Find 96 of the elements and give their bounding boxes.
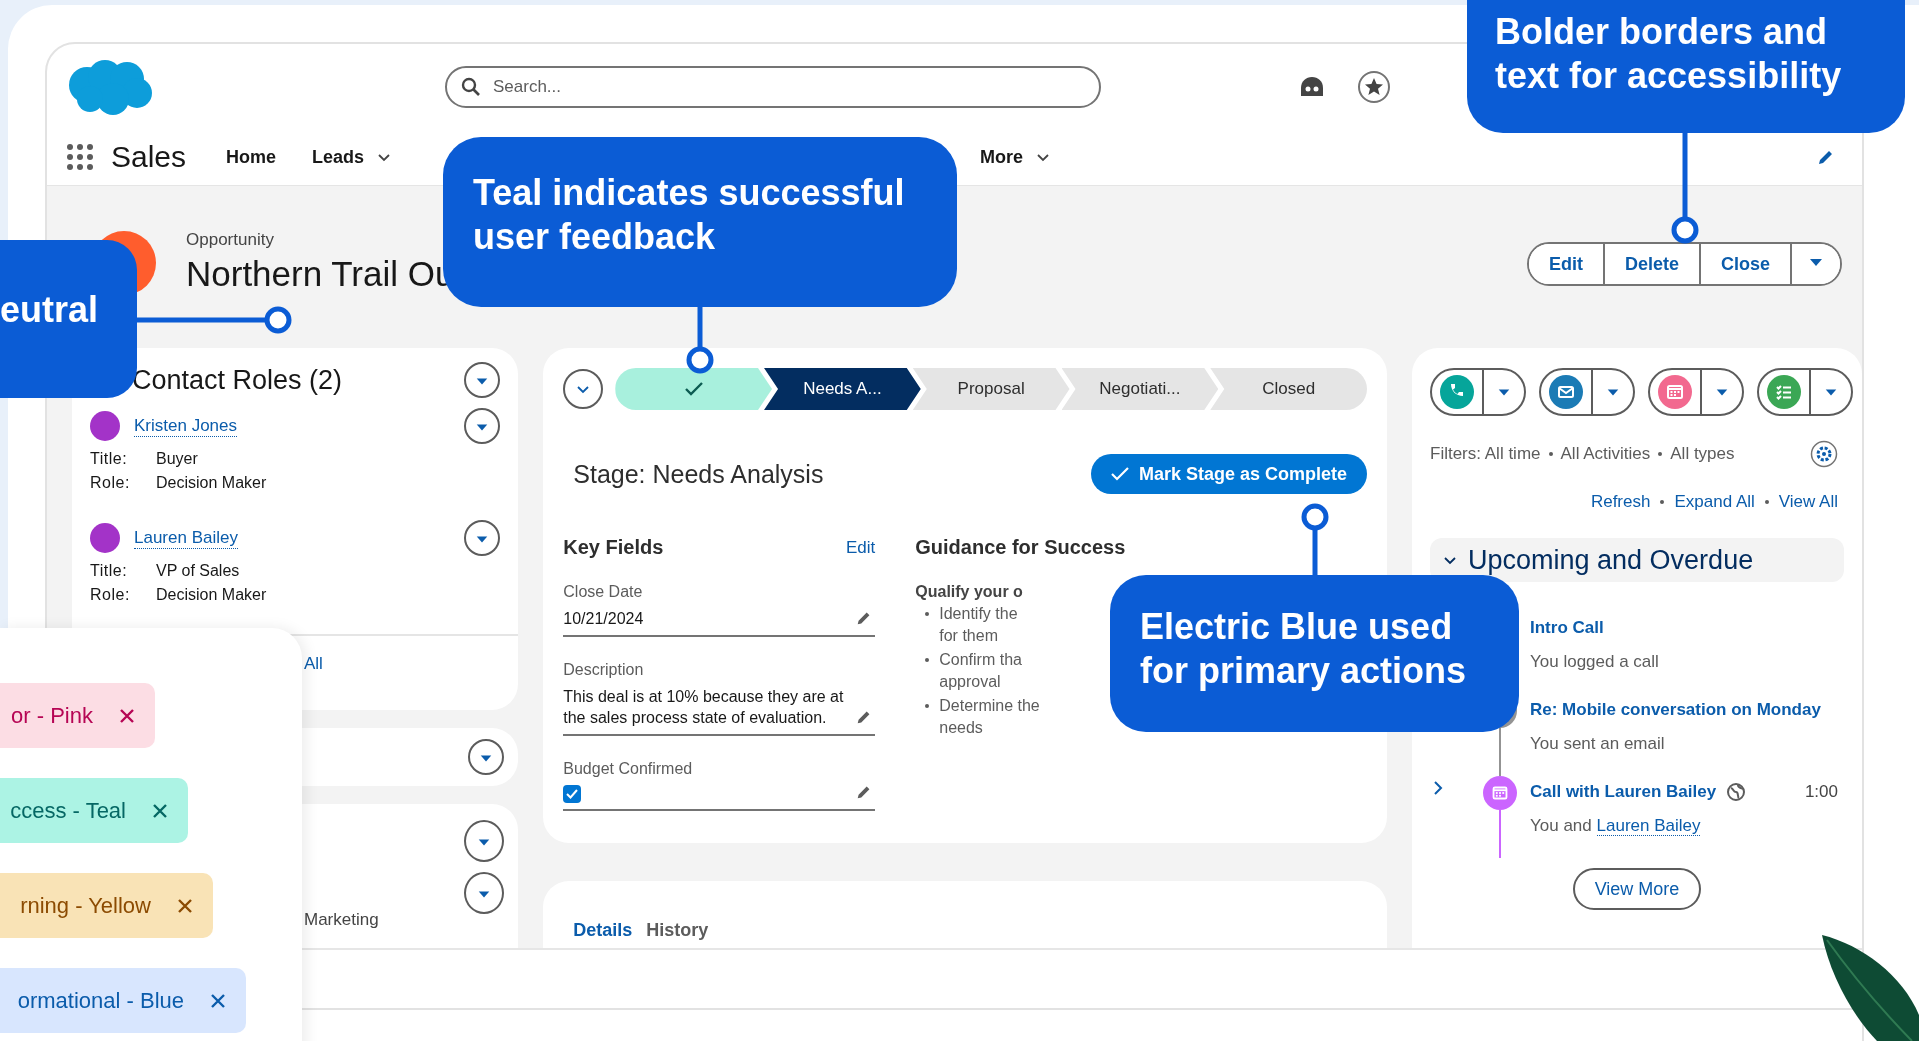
- field-value: This deal is at 10% because they are at the sales process state of evaluation.: [563, 687, 845, 728]
- dropdown-button[interactable]: [464, 872, 505, 914]
- section-header[interactable]: Upcoming and Overdue: [1430, 538, 1844, 582]
- globe-icon: [1726, 782, 1747, 802]
- contact-link[interactable]: Lauren Bailey: [1596, 816, 1701, 836]
- activity-subtitle: You and: [1530, 816, 1592, 835]
- callout-text: Electric Blue used for primary actions: [1140, 605, 1468, 693]
- tab[interactable]: History: [646, 917, 709, 943]
- callout-text: Bolder borders and text for accessibility: [1495, 10, 1843, 98]
- separator-dot: [1764, 500, 1769, 504]
- view-more-button[interactable]: View More: [1572, 868, 1702, 910]
- guidance-text: needs: [939, 718, 984, 738]
- search-field[interactable]: Search...: [445, 65, 1101, 108]
- path-step[interactable]: Closed: [1210, 368, 1367, 410]
- tag-label: ccess - Teal: [10, 797, 126, 824]
- bullet-icon: [925, 704, 930, 708]
- separator-dot: [1660, 500, 1665, 504]
- guidance-text: for them: [939, 626, 999, 646]
- field-label: Close Date: [563, 583, 644, 601]
- dropdown-button[interactable]: [464, 408, 501, 444]
- section-title: Guidance for Success: [915, 536, 1127, 559]
- action-button[interactable]: Edit: [1528, 244, 1605, 284]
- nav-tab[interactable]: Leads: [312, 146, 393, 168]
- close-icon[interactable]: [119, 707, 135, 724]
- field-label: Budget Confirmed: [563, 760, 694, 778]
- dropdown-button[interactable]: [464, 520, 501, 556]
- checkmark-icon: [1110, 467, 1129, 481]
- close-icon[interactable]: [210, 992, 226, 1009]
- tag-label: or - Pink: [11, 702, 93, 729]
- dropdown-button[interactable]: [464, 362, 501, 398]
- view-all-link[interactable]: All: [304, 654, 323, 673]
- contact-avatar: [90, 411, 120, 441]
- filter-text: All Activities: [1560, 444, 1651, 464]
- dropdown-button[interactable]: [464, 820, 505, 862]
- guidance-text: approval: [939, 672, 1002, 692]
- app-launcher-icon[interactable]: [67, 144, 93, 170]
- section-title: Key Fields: [563, 536, 664, 559]
- activity-link[interactable]: Refresh: [1590, 492, 1651, 512]
- nav-tab[interactable]: Home: [226, 146, 277, 168]
- field-label: Role:: [90, 586, 131, 604]
- activity-link[interactable]: Expand All: [1674, 492, 1755, 512]
- tab[interactable]: Details: [573, 917, 633, 943]
- checkbox[interactable]: [563, 785, 582, 803]
- related-text: Marketing: [304, 910, 379, 930]
- path-step[interactable]: Needs A...: [764, 368, 921, 410]
- field-label: Description: [563, 661, 645, 679]
- dropdown-button[interactable]: [468, 739, 505, 775]
- close-icon[interactable]: [152, 802, 168, 819]
- field-label: Title:: [90, 450, 129, 468]
- field-label: Title:: [90, 562, 129, 580]
- activity-subtitle: You sent an email: [1530, 734, 1665, 753]
- stage-title: Stage: Needs Analysis: [573, 459, 824, 489]
- activity-title-link[interactable]: Call with Lauren Bailey: [1530, 782, 1717, 802]
- filter-text: All types: [1670, 444, 1735, 464]
- field-value: 10/21/2024: [563, 609, 645, 629]
- bullet-icon: [925, 612, 930, 616]
- path-step[interactable]: Proposal: [912, 368, 1070, 410]
- field-value: Decision Maker: [156, 586, 267, 604]
- activity-time: 1:00: [1804, 782, 1839, 802]
- edit-link[interactable]: Edit: [845, 537, 876, 558]
- field-value: Decision Maker: [156, 474, 267, 492]
- close-icon[interactable]: [177, 897, 193, 914]
- path-step[interactable]: [615, 368, 772, 410]
- activity-link[interactable]: View All: [1778, 492, 1838, 512]
- separator-dot: [1658, 452, 1663, 456]
- more-tab[interactable]: More: [980, 146, 1052, 168]
- tag-label: ormational - Blue: [17, 987, 184, 1014]
- contact-link[interactable]: Lauren Bailey: [134, 527, 238, 549]
- field-value: Buyer: [156, 450, 198, 468]
- field-value: VP of Sales: [156, 562, 240, 580]
- contact-link[interactable]: Kristen Jones: [134, 415, 237, 437]
- field-label: Role:: [90, 474, 131, 492]
- record-type: Opportunity: [186, 230, 275, 250]
- callout-text: Teal indicates successful user feedback: [473, 171, 906, 259]
- guidance-heading: Qualify your o: [915, 583, 1024, 601]
- checkmark-icon: [683, 381, 704, 397]
- guidance-text: Identify the: [939, 604, 1018, 624]
- guidance-text: Determine the: [939, 696, 1040, 716]
- activity-title-link[interactable]: Re: Mobile conversation on Monday: [1530, 700, 1821, 720]
- collapse-button[interactable]: [563, 369, 604, 409]
- tag-label: rning - Yellow: [20, 892, 151, 919]
- section-title: Upcoming and Overdue: [1468, 544, 1754, 576]
- path-step[interactable]: Negotiati...: [1061, 368, 1219, 410]
- filter-text: Filters: All time: [1430, 444, 1541, 464]
- contact-avatar: [90, 523, 120, 553]
- search-icon: [461, 76, 481, 97]
- app-name: Sales: [111, 140, 187, 174]
- activity-subtitle: You logged a call: [1530, 652, 1659, 671]
- separator-dot: [1548, 452, 1553, 456]
- card-title: Contact Roles (2): [132, 364, 343, 396]
- callout-text: eutral: [0, 288, 100, 332]
- settings-icon[interactable]: [1810, 440, 1838, 468]
- mark-complete-button[interactable]: Mark Stage as Complete: [1090, 454, 1367, 494]
- activity-title-link[interactable]: Intro Call: [1530, 618, 1604, 638]
- bullet-icon: [925, 658, 930, 662]
- guidance-text: Confirm tha: [939, 650, 1022, 670]
